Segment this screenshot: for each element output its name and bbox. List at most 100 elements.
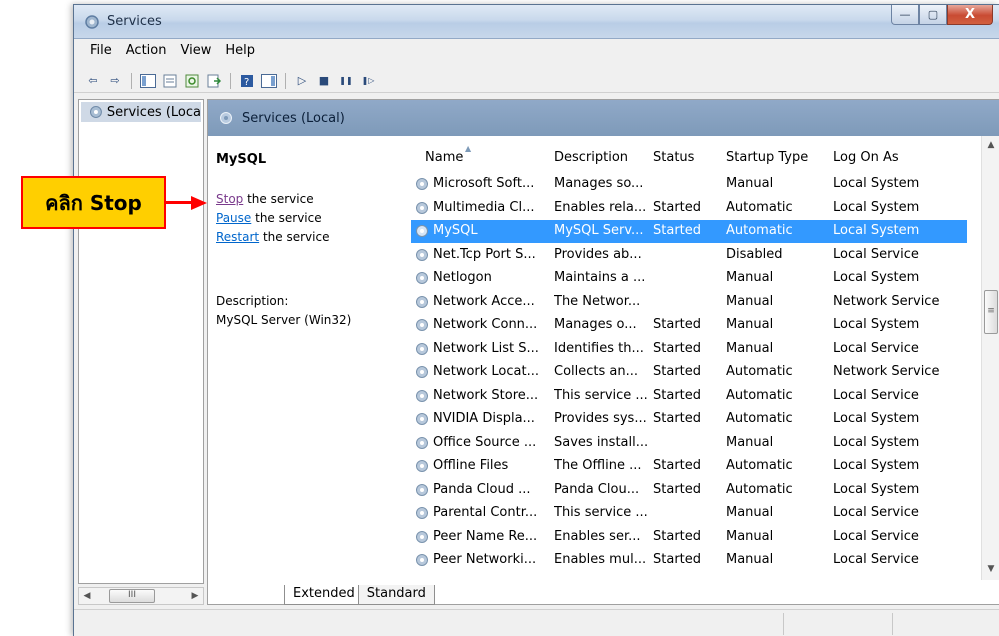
table-row[interactable]: Microsoft Soft... Manages so... Manual Loca…	[411, 173, 967, 196]
service-gear-icon	[416, 413, 428, 425]
scroll-up-icon[interactable]: ▲	[982, 137, 999, 154]
cell-logon: Local System	[833, 458, 920, 473]
tab-extended[interactable]: Extended	[284, 585, 364, 605]
table-row[interactable]: Network Conn... Manages o... Started Manual…	[411, 314, 967, 337]
properties-icon[interactable]	[161, 72, 179, 90]
cell-name: NVIDIA Displa...	[433, 411, 535, 426]
table-row[interactable]: Peer Name Re... Enables ser... Started Manu…	[411, 526, 967, 549]
back-icon[interactable]: ⇦	[84, 72, 102, 90]
cell-logon: Local Service	[833, 528, 919, 544]
cell-logon: Local System	[833, 411, 920, 426]
column-header-status[interactable]: Status	[653, 150, 694, 165]
table-row[interactable]: Parental Contr... This service ... Manual L…	[411, 502, 967, 525]
scroll-left-icon[interactable]: ◀	[79, 591, 95, 601]
stop-service-link[interactable]: Stop	[216, 192, 243, 206]
cell-name: Network Conn...	[433, 317, 538, 332]
cell-status: Started	[653, 317, 702, 332]
scroll-thumb[interactable]: III	[109, 589, 155, 603]
table-row[interactable]: Multimedia Cl... Enables rela... Started Au…	[411, 197, 967, 220]
start-service-icon[interactable]: ▷	[293, 72, 311, 90]
status-divider	[783, 613, 784, 635]
pause-action: Pause the service	[216, 211, 322, 225]
table-row[interactable]: Network Locat... Collects an... Started Aut…	[411, 361, 967, 384]
pause-service-link[interactable]: Pause	[216, 211, 251, 225]
column-header-description[interactable]: Description	[554, 150, 628, 165]
scroll-down-icon[interactable]: ▼	[982, 561, 999, 578]
scroll-right-icon[interactable]: ▶	[187, 591, 203, 601]
toolbar-separator	[131, 72, 132, 89]
cell-startup: Automatic	[726, 364, 793, 379]
table-row-selected[interactable]: MySQL MySQL Serv... Started Automatic Local …	[411, 220, 967, 243]
column-header-log-on-as[interactable]: Log On As	[833, 150, 899, 165]
table-row[interactable]: Network List S... Identifies th... Started…	[411, 338, 967, 361]
help-icon[interactable]: ?	[238, 72, 256, 90]
close-button[interactable]: X	[947, 5, 993, 25]
cell-logon: Local Service	[833, 552, 919, 567]
maximize-button[interactable]: ▢	[919, 5, 947, 25]
minimize-button[interactable]: —	[891, 5, 919, 25]
forward-icon[interactable]: ⇨	[106, 72, 124, 90]
tree-item-services-local[interactable]: Services (Loca	[81, 102, 201, 122]
cell-name: Network Store...	[433, 387, 539, 403]
cell-logon: Local Service	[833, 505, 919, 520]
services-list: ▲ Name Description Status Startup Type L…	[411, 136, 999, 580]
table-row[interactable]: Offline Files The Offline ... Started Autom…	[411, 455, 967, 478]
cell-description: This service ...	[554, 387, 648, 403]
column-header-name[interactable]: ▲ Name	[425, 144, 471, 165]
action-pane-icon[interactable]	[260, 72, 278, 90]
cell-logon: Local Service	[833, 340, 919, 356]
cell-startup: Manual	[726, 317, 774, 332]
cell-startup: Manual	[726, 528, 774, 544]
cell-name: Offline Files	[433, 458, 509, 473]
table-row[interactable]: Netlogon Maintains a ... Manual Local Syste…	[411, 267, 967, 290]
title-bar[interactable]: Services — ▢ X	[74, 5, 999, 39]
description-text: MySQL Server (Win32)	[216, 313, 352, 327]
refresh-icon[interactable]	[183, 72, 201, 90]
cell-logon: Local Service	[833, 246, 919, 262]
service-gear-icon	[416, 248, 428, 261]
tree-horizontal-scrollbar[interactable]: ◀ III ▶	[78, 587, 204, 605]
table-row[interactable]: Network Acce... The Networ... Manual Networ…	[411, 291, 967, 314]
menu-view[interactable]: View	[180, 43, 211, 63]
menu-file[interactable]: File	[90, 43, 112, 63]
table-row[interactable]: Net.Tcp Port S... Provides ab... Disabled L…	[411, 244, 967, 267]
service-gear-icon	[416, 319, 428, 331]
scroll-thumb[interactable]: ≡	[984, 290, 998, 334]
list-vertical-scrollbar[interactable]: ▲ ≡ ▼	[981, 136, 999, 580]
window-title: Services	[107, 14, 162, 29]
cell-description: This service ...	[554, 505, 648, 520]
selected-service-name: MySQL	[216, 152, 267, 167]
stop-service-icon[interactable]: ■	[315, 72, 333, 90]
cell-name: Peer Networki...	[433, 552, 537, 567]
services-window: Services — ▢ X File Action View Help ⇦ ⇨…	[73, 4, 999, 636]
pause-service-icon[interactable]: ❚❚	[337, 72, 355, 90]
column-label: Name	[425, 150, 464, 165]
restart-service-icon[interactable]: ❚▷	[359, 72, 377, 90]
cell-startup: Manual	[726, 505, 774, 520]
table-row[interactable]: Panda Cloud ... Panda Clou... Started Autom…	[411, 479, 967, 502]
service-gear-icon	[416, 554, 428, 566]
table-row[interactable]: Peer Networki... Enables mul... Started Man…	[411, 549, 967, 572]
action-text: the service	[243, 192, 314, 206]
table-row[interactable]: Office Source ... Saves install... Manual L…	[411, 432, 967, 455]
column-header-startup-type[interactable]: Startup Type	[726, 150, 808, 165]
service-gear-icon	[416, 436, 428, 449]
cell-description: Panda Clou...	[554, 481, 640, 497]
cell-startup: Automatic	[726, 411, 793, 426]
show-hide-console-tree-icon[interactable]	[139, 72, 157, 90]
cell-description: Enables rela...	[554, 199, 647, 215]
service-gear-icon	[416, 483, 428, 496]
menu-action[interactable]: Action	[126, 43, 167, 63]
svg-text:?: ?	[244, 77, 249, 88]
service-gear-icon	[416, 295, 428, 308]
table-row[interactable]: NVIDIA Displa... Provides sys... Started Au…	[411, 408, 967, 431]
export-list-icon[interactable]	[205, 72, 223, 90]
cell-startup: Automatic	[726, 199, 793, 215]
callout-arrow-line	[166, 201, 193, 204]
cell-description: Provides ab...	[554, 246, 642, 262]
tab-standard[interactable]: Standard	[357, 585, 435, 605]
menu-help[interactable]: Help	[225, 43, 255, 63]
restart-service-link[interactable]: Restart	[216, 230, 259, 244]
table-row[interactable]: Network Store... This service ... Started A…	[411, 385, 967, 408]
cell-logon: Local System	[833, 223, 920, 238]
